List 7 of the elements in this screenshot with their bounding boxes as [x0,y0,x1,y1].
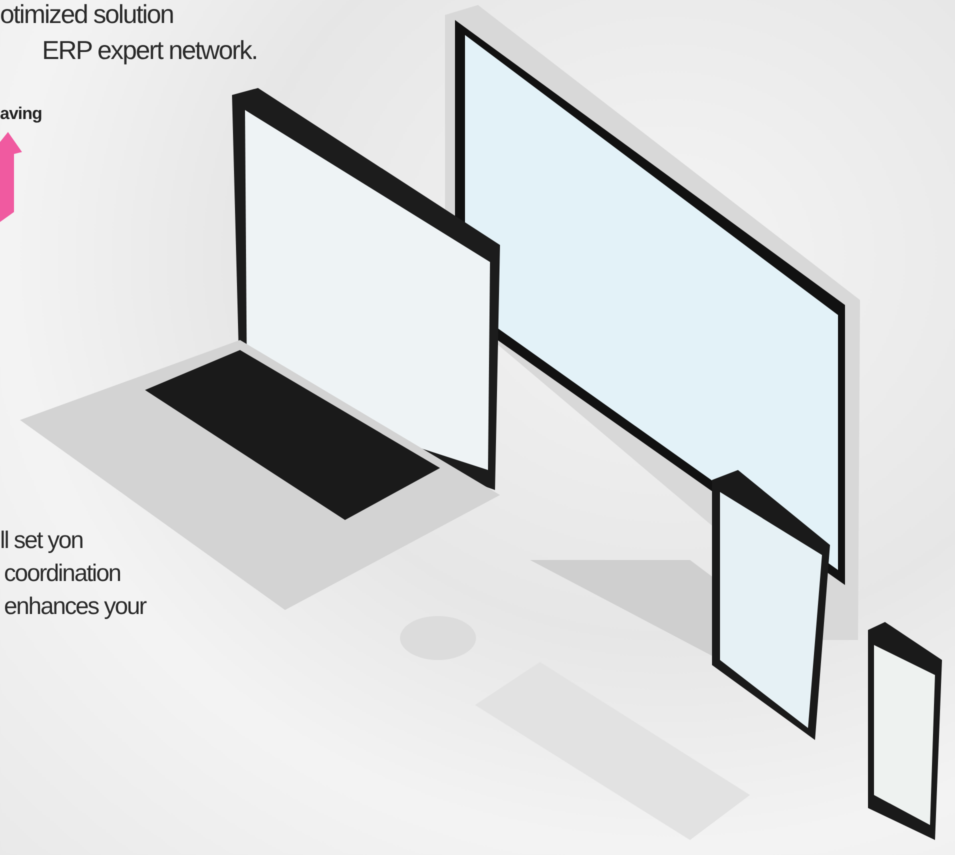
body-text: coordination [3,559,122,589]
arrow-icon [0,132,24,222]
intro-text: otimized solution [0,0,174,31]
body-text: ll set yon [0,526,84,556]
body-text: enhances your [3,592,148,622]
highlight-label: aving [0,104,43,124]
intro-text: ERP expert network. [41,34,258,67]
